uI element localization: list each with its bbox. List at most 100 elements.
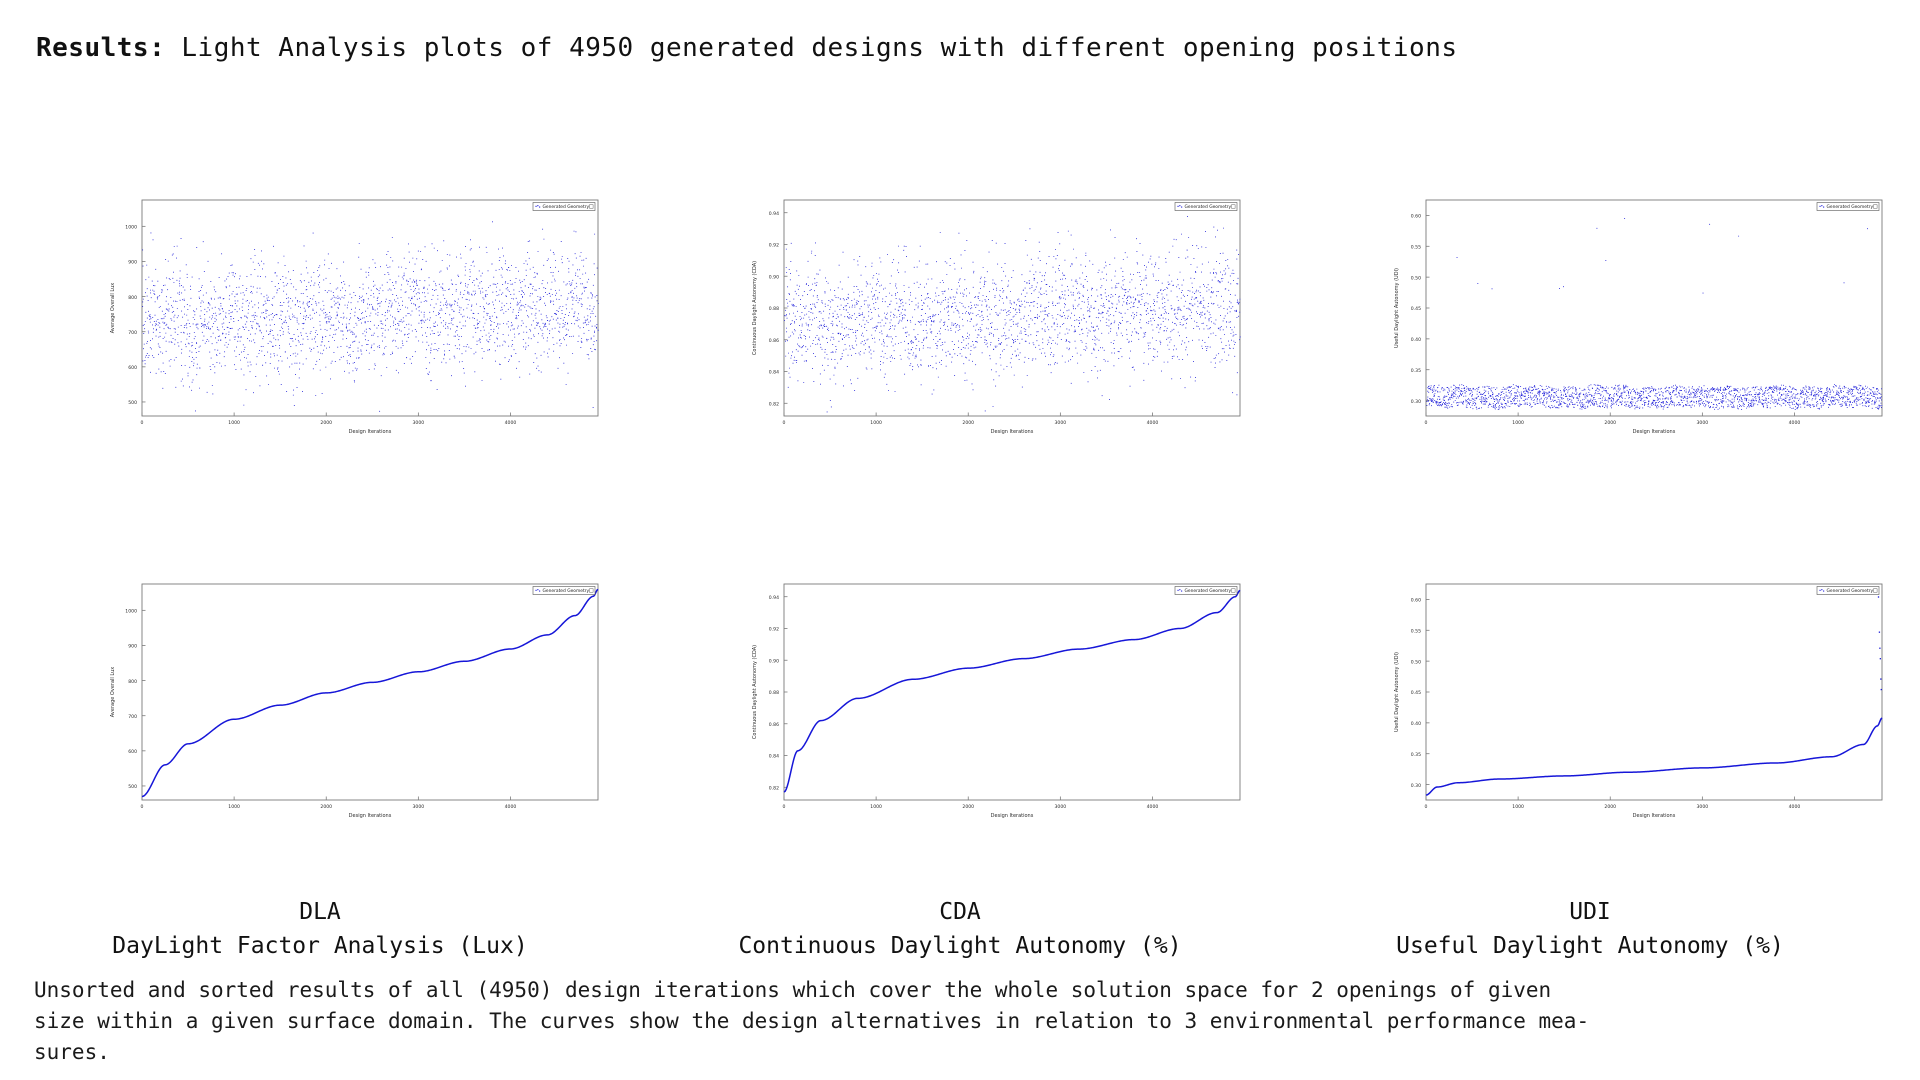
svg-text:700: 700 xyxy=(128,330,137,336)
svg-text:0: 0 xyxy=(1425,420,1428,426)
svg-text:1000: 1000 xyxy=(870,420,882,426)
svg-text:3000: 3000 xyxy=(413,804,425,810)
svg-text:2000: 2000 xyxy=(1604,804,1616,810)
svg-text:0.84: 0.84 xyxy=(769,370,779,376)
caption-line-1: Unsorted and sorted results of all (4950… xyxy=(34,978,1552,1002)
svg-text:0: 0 xyxy=(783,804,786,810)
svg-text:0.94: 0.94 xyxy=(769,211,779,217)
figure-page: Results: Light Analysis plots of 4950 ge… xyxy=(0,0,1920,1080)
chart-dla-sorted: 500 600 700 800 900 1000 0 1000 2000 3000 4000 Desi… xyxy=(96,572,608,830)
page-title: Results: Light Analysis plots of 4950 ge… xyxy=(36,33,1458,63)
svg-text:Generated Geometry: Generated Geometry xyxy=(543,588,590,594)
svg-text:0: 0 xyxy=(141,804,144,810)
svg-text:Design Iterations: Design Iterations xyxy=(1633,429,1676,435)
svg-text:3000: 3000 xyxy=(1055,804,1067,810)
svg-text:Generated Geometry: Generated Geometry xyxy=(1185,588,1232,594)
svg-text:0.50: 0.50 xyxy=(1411,275,1421,281)
svg-text:2000: 2000 xyxy=(962,420,974,426)
svg-text:Useful Daylight Autonomy (UDI): Useful Daylight Autonomy (UDI) xyxy=(1394,268,1400,348)
measure-udi: UDI Useful Daylight Autonomy (%) xyxy=(1290,895,1890,963)
chart-canvas: 0.82 0.84 0.86 0.88 0.90 0.92 0.94 0 1000 2000 300… xyxy=(738,572,1250,830)
svg-text:0.45: 0.45 xyxy=(1411,306,1421,312)
svg-text:0.90: 0.90 xyxy=(769,274,779,280)
svg-text:3000: 3000 xyxy=(413,420,425,426)
chart-canvas: 500 600 700 800 900 1000 0 1000 2000 3000 4000 Desi… xyxy=(96,572,608,830)
svg-text:0.92: 0.92 xyxy=(769,243,779,249)
chart-cda-unsorted: 0.82 0.84 0.86 0.88 0.90 0.92 0.94 0 1000 2000 300… xyxy=(738,188,1250,446)
svg-text:600: 600 xyxy=(128,365,137,371)
svg-text:Design Iterations: Design Iterations xyxy=(349,813,392,819)
chart-udi-unsorted: 0.30 0.35 0.40 0.45 0.50 0.55 0.60 0 1000 2000 300… xyxy=(1380,188,1892,446)
svg-text:Generated Geometry: Generated Geometry xyxy=(1185,204,1232,210)
measure-cda: CDA Continuous Daylight Autonomy (%) xyxy=(660,895,1260,963)
svg-text:4000: 4000 xyxy=(1789,804,1801,810)
chart-canvas: 0.30 0.35 0.40 0.45 0.50 0.55 0.60 0 1000 2000 300… xyxy=(1380,188,1892,446)
chart-canvas: 0.30 0.35 0.40 0.45 0.50 0.55 0.60 0 1000 2000 300… xyxy=(1380,572,1892,830)
svg-text:4000: 4000 xyxy=(505,420,517,426)
svg-text:700: 700 xyxy=(128,714,137,720)
svg-text:1000: 1000 xyxy=(870,804,882,810)
svg-text:0.82: 0.82 xyxy=(769,785,779,791)
caption-line-2: size within a given surface domain. The … xyxy=(34,1009,1590,1033)
chart-canvas: 500 600 700 800 900 1000 0 1000 2000 3000 4000 Desi… xyxy=(96,188,608,446)
measure-abbr: UDI xyxy=(1569,899,1611,925)
svg-text:0.45: 0.45 xyxy=(1411,690,1421,696)
svg-text:0.82: 0.82 xyxy=(769,401,779,407)
svg-text:Design Iterations: Design Iterations xyxy=(991,813,1034,819)
plot-row-unsorted: 500 600 700 800 900 1000 0 1000 2000 3000 4000 Desi… xyxy=(0,188,1920,446)
svg-text:800: 800 xyxy=(128,679,137,685)
svg-text:0.88: 0.88 xyxy=(769,690,779,696)
svg-text:0.55: 0.55 xyxy=(1411,244,1421,250)
svg-text:2000: 2000 xyxy=(320,420,332,426)
svg-text:Design Iterations: Design Iterations xyxy=(349,429,392,435)
svg-text:Generated Geometry: Generated Geometry xyxy=(543,204,590,210)
svg-text:1000: 1000 xyxy=(125,225,137,231)
svg-text:1000: 1000 xyxy=(1512,804,1524,810)
svg-text:4000: 4000 xyxy=(1147,420,1159,426)
svg-text:1000: 1000 xyxy=(125,609,137,615)
svg-text:0.86: 0.86 xyxy=(769,722,779,728)
svg-text:3000: 3000 xyxy=(1697,420,1709,426)
svg-text:0: 0 xyxy=(1425,804,1428,810)
svg-text:0.30: 0.30 xyxy=(1411,399,1421,405)
svg-text:1000: 1000 xyxy=(228,804,240,810)
svg-text:4000: 4000 xyxy=(1789,420,1801,426)
measure-dla: DLA DayLight Factor Analysis (Lux) xyxy=(40,895,600,963)
svg-text:500: 500 xyxy=(128,400,137,406)
measure-full-name: Useful Daylight Autonomy (%) xyxy=(1396,933,1784,959)
plot-grid: 500 600 700 800 900 1000 0 1000 2000 3000 4000 Desi… xyxy=(0,188,1920,830)
svg-text:0.30: 0.30 xyxy=(1411,783,1421,789)
svg-text:0.94: 0.94 xyxy=(769,595,779,601)
svg-text:0.60: 0.60 xyxy=(1411,214,1421,220)
svg-text:2000: 2000 xyxy=(1604,420,1616,426)
svg-text:2000: 2000 xyxy=(962,804,974,810)
svg-text:0.55: 0.55 xyxy=(1411,628,1421,634)
chart-dla-unsorted: 500 600 700 800 900 1000 0 1000 2000 3000 4000 Desi… xyxy=(96,188,608,446)
svg-text:0: 0 xyxy=(141,420,144,426)
svg-text:1000: 1000 xyxy=(228,420,240,426)
svg-text:2000: 2000 xyxy=(320,804,332,810)
svg-text:500: 500 xyxy=(128,784,137,790)
measure-abbr: DLA xyxy=(299,899,341,925)
svg-text:600: 600 xyxy=(128,749,137,755)
plot-row-sorted: 500 600 700 800 900 1000 0 1000 2000 3000 4000 Desi… xyxy=(0,572,1920,830)
svg-text:0.88: 0.88 xyxy=(769,306,779,312)
svg-text:4000: 4000 xyxy=(1147,804,1159,810)
svg-text:3000: 3000 xyxy=(1055,420,1067,426)
svg-text:0.60: 0.60 xyxy=(1411,598,1421,604)
svg-text:0.84: 0.84 xyxy=(769,754,779,760)
svg-text:3000: 3000 xyxy=(1697,804,1709,810)
svg-text:800: 800 xyxy=(128,295,137,301)
chart-cda-sorted: 0.82 0.84 0.86 0.88 0.90 0.92 0.94 0 1000 2000 300… xyxy=(738,572,1250,830)
figure-caption: Unsorted and sorted results of all (4950… xyxy=(34,975,1834,1068)
measure-labels: DLA DayLight Factor Analysis (Lux) CDA C… xyxy=(0,895,1920,965)
svg-text:0.35: 0.35 xyxy=(1411,752,1421,758)
svg-text:Useful Daylight Autonomy (UDI): Useful Daylight Autonomy (UDI) xyxy=(1394,652,1400,732)
svg-text:900: 900 xyxy=(128,644,137,650)
measure-abbr: CDA xyxy=(939,899,981,925)
svg-text:0: 0 xyxy=(783,420,786,426)
measure-full-name: DayLight Factor Analysis (Lux) xyxy=(112,933,528,959)
svg-text:0.50: 0.50 xyxy=(1411,659,1421,665)
svg-text:900: 900 xyxy=(128,260,137,266)
page-title-lead: Results: xyxy=(36,33,166,63)
